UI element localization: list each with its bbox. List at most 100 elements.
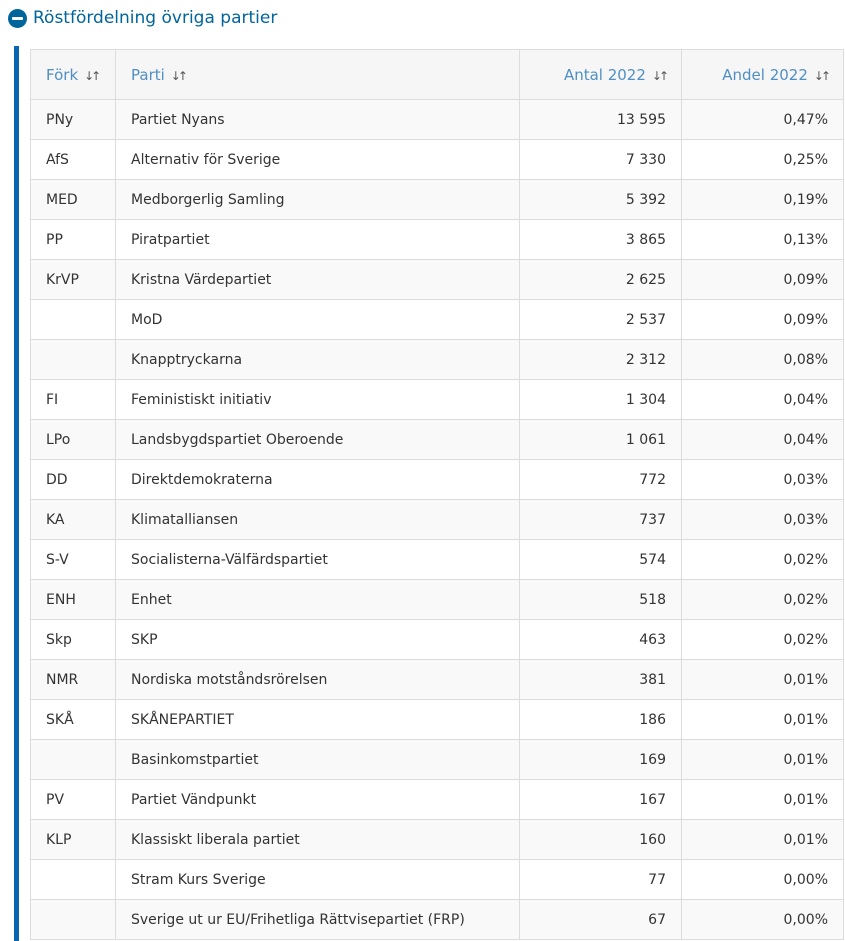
table-row: DD Direktdemokraterna 772 0,03% <box>30 459 844 500</box>
cell-abbreviation <box>30 339 116 380</box>
results-table-container: Förk ↓↑ Parti ↓↑ Antal 2022 ↓↑ Andel 2022 ↓↑… <box>30 49 844 940</box>
cell-party-name: Nordiska motståndsrörelsen <box>115 659 520 700</box>
cell-abbreviation: PP <box>30 219 116 260</box>
cell-vote-count: 2 625 <box>519 259 682 300</box>
collapse-minus-icon[interactable] <box>8 8 27 28</box>
cell-vote-share: 0,01% <box>681 659 844 700</box>
cell-abbreviation: S-V <box>30 539 116 580</box>
cell-vote-share: 0,04% <box>681 419 844 460</box>
column-header-party[interactable]: Parti ↓↑ <box>115 49 520 100</box>
cell-vote-share: 0,09% <box>681 299 844 340</box>
cell-vote-count: 160 <box>519 819 682 860</box>
table-header-row: Förk ↓↑ Parti ↓↑ Antal 2022 ↓↑ Andel 2022 ↓↑ <box>30 49 844 100</box>
table-row: PP Piratpartiet 3 865 0,13% <box>30 219 844 260</box>
cell-vote-count: 1 304 <box>519 379 682 420</box>
cell-vote-share: 0,08% <box>681 339 844 380</box>
cell-abbreviation: KA <box>30 499 116 540</box>
column-header-abbr[interactable]: Förk ↓↑ <box>30 49 116 100</box>
cell-abbreviation <box>30 299 116 340</box>
column-header-label: Förk <box>46 65 79 84</box>
cell-abbreviation: DD <box>30 459 116 500</box>
table-row: NMR Nordiska motståndsrörelsen 381 0,01% <box>30 659 844 700</box>
table-row: KA Klimatalliansen 737 0,03% <box>30 499 844 540</box>
table-row: LPo Landsbygdspartiet Oberoende 1 061 0,04% <box>30 419 844 460</box>
cell-vote-count: 77 <box>519 859 682 900</box>
table-row: S-V Socialisterna-Välfärdspartiet 574 0,02% <box>30 539 844 580</box>
cell-vote-share: 0,25% <box>681 139 844 180</box>
cell-abbreviation: MED <box>30 179 116 220</box>
results-table: Förk ↓↑ Parti ↓↑ Antal 2022 ↓↑ Andel 2022 ↓↑… <box>30 49 844 940</box>
cell-vote-count: 518 <box>519 579 682 620</box>
table-row: Skp SKP 463 0,02% <box>30 619 844 660</box>
section-title: Röstfördelning övriga partier <box>33 8 278 28</box>
cell-vote-count: 381 <box>519 659 682 700</box>
cell-party-name: SKÅNEPARTIET <box>115 699 520 740</box>
cell-party-name: Landsbygdspartiet Oberoende <box>115 419 520 460</box>
cell-party-name: Stram Kurs Sverige <box>115 859 520 900</box>
cell-vote-count: 3 865 <box>519 219 682 260</box>
cell-abbreviation: LPo <box>30 419 116 460</box>
cell-abbreviation: PNy <box>30 99 116 140</box>
section-toggle[interactable]: Röstfördelning övriga partier <box>8 6 277 30</box>
table-row: MED Medborgerlig Samling 5 392 0,19% <box>30 179 844 220</box>
sort-arrows-icon[interactable]: ↓↑ <box>652 69 669 83</box>
cell-vote-share: 0,13% <box>681 219 844 260</box>
cell-party-name: Feministiskt initiativ <box>115 379 520 420</box>
table-row: Knapptryckarna 2 312 0,08% <box>30 339 844 380</box>
column-header-count[interactable]: Antal 2022 ↓↑ <box>519 49 682 100</box>
table-row: AfS Alternativ för Sverige 7 330 0,25% <box>30 139 844 180</box>
cell-vote-count: 574 <box>519 539 682 580</box>
cell-vote-count: 169 <box>519 739 682 780</box>
cell-abbreviation: PV <box>30 779 116 820</box>
cell-abbreviation <box>30 859 116 900</box>
column-header-share[interactable]: Andel 2022 ↓↑ <box>681 49 844 100</box>
cell-party-name: Basinkomstpartiet <box>115 739 520 780</box>
cell-vote-count: 13 595 <box>519 99 682 140</box>
table-row: KLP Klassiskt liberala partiet 160 0,01% <box>30 819 844 860</box>
cell-vote-share: 0,01% <box>681 739 844 780</box>
cell-vote-share: 0,03% <box>681 459 844 500</box>
cell-vote-share: 0,19% <box>681 179 844 220</box>
cell-vote-share: 0,47% <box>681 99 844 140</box>
cell-vote-share: 0,04% <box>681 379 844 420</box>
cell-abbreviation: NMR <box>30 659 116 700</box>
cell-vote-share: 0,02% <box>681 619 844 660</box>
column-header-label: Parti <box>131 65 165 84</box>
table-row: PV Partiet Vändpunkt 167 0,01% <box>30 779 844 820</box>
table-row: FI Feministiskt initiativ 1 304 0,04% <box>30 379 844 420</box>
cell-party-name: Socialisterna-Välfärdspartiet <box>115 539 520 580</box>
cell-abbreviation: KLP <box>30 819 116 860</box>
cell-vote-count: 2 312 <box>519 339 682 380</box>
cell-party-name: Kristna Värdepartiet <box>115 259 520 300</box>
table-row: PNy Partiet Nyans 13 595 0,47% <box>30 99 844 140</box>
section-accent-bar <box>14 46 19 941</box>
table-row: Basinkomstpartiet 169 0,01% <box>30 739 844 780</box>
cell-party-name: SKP <box>115 619 520 660</box>
cell-party-name: Alternativ för Sverige <box>115 139 520 180</box>
cell-abbreviation: FI <box>30 379 116 420</box>
cell-vote-share: 0,09% <box>681 259 844 300</box>
sort-arrows-icon[interactable]: ↓↑ <box>171 69 188 83</box>
table-row: Stram Kurs Sverige 77 0,00% <box>30 859 844 900</box>
cell-vote-count: 167 <box>519 779 682 820</box>
cell-vote-share: 0,01% <box>681 779 844 820</box>
cell-vote-count: 186 <box>519 699 682 740</box>
cell-vote-count: 67 <box>519 899 682 940</box>
cell-vote-share: 0,01% <box>681 699 844 740</box>
sort-arrows-icon[interactable]: ↓↑ <box>814 69 831 83</box>
table-row: SKÅ SKÅNEPARTIET 186 0,01% <box>30 699 844 740</box>
cell-party-name: Klassiskt liberala partiet <box>115 819 520 860</box>
cell-party-name: Knapptryckarna <box>115 339 520 380</box>
cell-vote-count: 7 330 <box>519 139 682 180</box>
cell-vote-count: 1 061 <box>519 419 682 460</box>
cell-abbreviation: AfS <box>30 139 116 180</box>
sort-arrows-icon[interactable]: ↓↑ <box>84 69 101 83</box>
cell-party-name: Sverige ut ur EU/Frihetliga Rättvisepart… <box>115 899 520 940</box>
cell-vote-count: 737 <box>519 499 682 540</box>
cell-party-name: MoD <box>115 299 520 340</box>
cell-vote-count: 463 <box>519 619 682 660</box>
cell-party-name: Direktdemokraterna <box>115 459 520 500</box>
cell-abbreviation <box>30 739 116 780</box>
table-row: Sverige ut ur EU/Frihetliga Rättvisepart… <box>30 899 844 940</box>
cell-party-name: Partiet Nyans <box>115 99 520 140</box>
